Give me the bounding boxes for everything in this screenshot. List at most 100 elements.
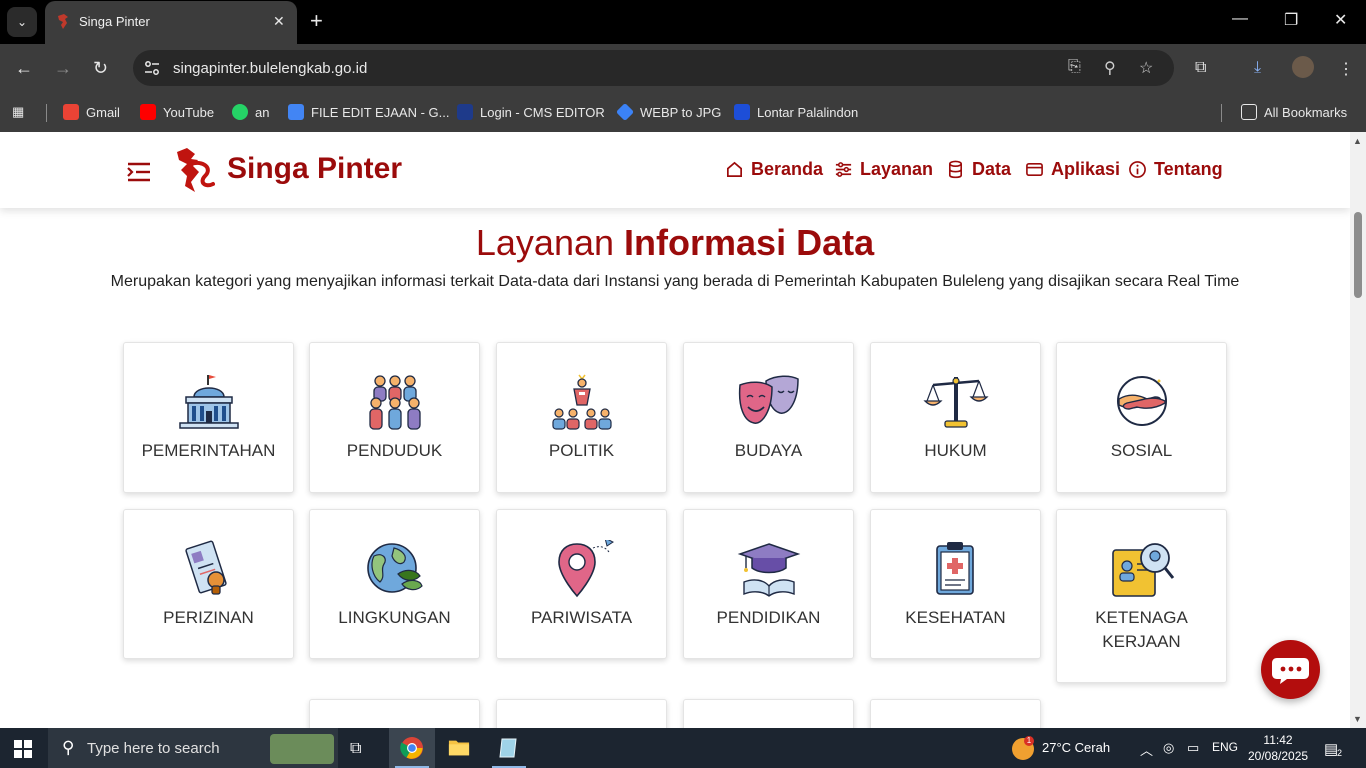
bookmark-login-cms[interactable]: Login - CMS EDITOR xyxy=(457,102,605,122)
category-label: KESEHATAN xyxy=(905,608,1006,627)
nav-data[interactable]: Data xyxy=(946,159,1011,180)
tourism-location-pin-icon xyxy=(558,540,614,598)
nav-label: Aplikasi xyxy=(1051,159,1121,179)
profile-avatar[interactable] xyxy=(1292,56,1314,78)
database-icon xyxy=(948,160,963,179)
nav-label: Tentang xyxy=(1154,159,1223,179)
show-hidden-icons-icon[interactable]: ︿ xyxy=(1140,740,1153,759)
page-scrollbar[interactable]: ▲ ▼ xyxy=(1350,132,1366,728)
bookmark-gmail[interactable]: Gmail xyxy=(63,102,120,122)
nav-tentang[interactable]: Tentang xyxy=(1128,159,1223,180)
reload-icon[interactable]: ↻ xyxy=(93,58,108,79)
category-label: KETENAGA KERJAAN xyxy=(1095,608,1188,651)
sliders-icon xyxy=(835,162,852,177)
category-card-budaya[interactable]: BUDAYA xyxy=(683,342,854,493)
nav-layanan[interactable]: Layanan xyxy=(834,159,933,180)
politics-podium-icon xyxy=(552,374,612,430)
bookmark-file-edit-ejaan[interactable]: FILE EDIT EJAAN - G... xyxy=(288,102,449,122)
search-highlight-image xyxy=(270,734,334,764)
nav-label: Layanan xyxy=(860,159,934,179)
category-card-partial[interactable] xyxy=(683,699,854,728)
permit-document-icon xyxy=(185,540,227,595)
chat-bubble-icon xyxy=(1272,658,1309,684)
bookmark-divider xyxy=(1221,104,1222,122)
category-card-lingkungan[interactable]: LINGKUNGAN xyxy=(309,509,480,659)
category-card-pemerintahan[interactable]: PEMERINTAHAN xyxy=(123,342,294,493)
category-label: PARIWISATA xyxy=(530,608,633,627)
extensions-icon[interactable]: ⧉ xyxy=(1195,59,1206,77)
scroll-down-icon[interactable]: ▼ xyxy=(1353,714,1362,724)
category-card-partial[interactable] xyxy=(870,699,1041,728)
tab-search-button[interactable]: ⌄ xyxy=(7,7,37,37)
nav-aplikasi[interactable]: Aplikasi xyxy=(1025,159,1120,180)
forward-icon[interactable]: → xyxy=(54,58,72,79)
back-icon[interactable]: ← xyxy=(15,58,33,79)
category-card-penduduk[interactable]: PENDUDUK xyxy=(309,342,480,493)
bookmark-lontar-palalindon[interactable]: Lontar Palalindon xyxy=(734,102,858,122)
bookmark-label: Lontar Palalindon xyxy=(757,104,859,120)
clock-time: 11:42 xyxy=(1263,733,1293,747)
category-card-ketenaga-kerjaan[interactable]: KETENAGA KERJAAN xyxy=(1056,509,1227,683)
notepad-icon xyxy=(499,738,517,758)
download-icon[interactable]: ⤓ xyxy=(1254,59,1261,77)
close-window-icon[interactable]: ✕ xyxy=(1334,10,1347,30)
category-card-hukum[interactable]: HUKUM xyxy=(870,342,1041,493)
apps-grid-icon[interactable]: ▦ xyxy=(12,102,24,122)
category-label: PEMERINTAHAN xyxy=(141,441,276,460)
category-card-sosial[interactable]: SOSIAL xyxy=(1056,342,1227,493)
whatsapp-icon xyxy=(232,104,248,120)
address-bar[interactable]: singapinter.bulelengkab.go.id ⎘ ⚲ ☆ xyxy=(133,50,1174,86)
section-title: Layanan Informasi Data xyxy=(0,222,1350,264)
nav-beranda[interactable]: Beranda xyxy=(725,159,823,180)
category-label: PENDIDIKAN xyxy=(716,608,821,627)
category-label: PERIZINAN xyxy=(163,608,254,627)
bookmark-label: an xyxy=(255,104,270,120)
translate-icon[interactable]: ⎘ xyxy=(1068,58,1081,76)
singa-pinter-logo[interactable] xyxy=(173,146,215,194)
new-tab-button[interactable]: + xyxy=(310,9,323,33)
system-clock[interactable]: 11:42 20/08/2025 xyxy=(1248,732,1308,764)
site-info-icon[interactable] xyxy=(143,59,161,77)
bookmark-webp-to-jpg[interactable]: WEBP to JPG xyxy=(615,102,721,122)
bookmarks-bar: ▦ Gmail YouTube an FILE EDIT EJAAN - G..… xyxy=(0,94,1366,132)
all-bookmarks-button[interactable]: All Bookmarks xyxy=(1241,102,1347,122)
bookmark-label: Gmail xyxy=(86,104,120,120)
scroll-up-icon[interactable]: ▲ xyxy=(1353,136,1362,146)
taskbar-app-editor[interactable] xyxy=(486,728,532,768)
chat-button[interactable] xyxy=(1261,640,1320,699)
taskbar-file-explorer[interactable] xyxy=(436,728,482,768)
bookmark-star-icon[interactable]: ☆ xyxy=(1139,58,1153,78)
weather-text[interactable]: 27°C Cerah xyxy=(1042,740,1110,755)
category-label: HUKUM xyxy=(924,441,987,460)
category-card-kesehatan[interactable]: KESEHATAN xyxy=(870,509,1041,659)
menu-toggle-icon[interactable] xyxy=(127,162,151,182)
zoom-icon[interactable]: ⚲ xyxy=(1104,58,1116,78)
taskbar-search-input[interactable]: ⚲ Type here to search xyxy=(48,728,338,768)
category-label: SOSIAL xyxy=(1110,441,1173,460)
camera-icon[interactable]: ◎ xyxy=(1163,740,1174,756)
scroll-thumb[interactable] xyxy=(1354,212,1362,298)
network-icon[interactable]: ▭ xyxy=(1187,740,1199,756)
environment-globe-icon xyxy=(367,543,423,593)
category-card-perizinan[interactable]: PERIZINAN xyxy=(123,509,294,659)
url-text[interactable]: singapinter.bulelengkab.go.id xyxy=(173,60,367,77)
bookmark-youtube[interactable]: YouTube xyxy=(140,102,214,122)
category-card-pariwisata[interactable]: PARIWISATA xyxy=(496,509,667,659)
more-menu-icon[interactable]: ⋮ xyxy=(1338,59,1354,79)
bookmark-an[interactable]: an xyxy=(232,102,269,122)
restore-icon[interactable]: ❐ xyxy=(1284,10,1298,30)
browser-tab-active[interactable]: Singa Pinter ✕ xyxy=(45,1,297,44)
home-icon xyxy=(726,161,743,178)
windows-start-icon[interactable] xyxy=(14,740,32,758)
category-card-partial[interactable] xyxy=(309,699,480,728)
close-tab-icon[interactable]: ✕ xyxy=(273,13,285,30)
taskbar-chrome[interactable] xyxy=(389,728,435,768)
minimize-icon[interactable]: — xyxy=(1232,10,1248,28)
category-card-pendidikan[interactable]: PENDIDIKAN xyxy=(683,509,854,659)
category-card-politik[interactable]: POLITIK xyxy=(496,342,667,493)
category-label: LINGKUNGAN xyxy=(338,608,451,627)
site-brand[interactable]: Singa Pinter xyxy=(227,152,402,186)
language-indicator[interactable]: ENG xyxy=(1212,740,1238,754)
category-card-partial[interactable] xyxy=(496,699,667,728)
task-view-icon[interactable]: ⧉ xyxy=(350,740,361,758)
